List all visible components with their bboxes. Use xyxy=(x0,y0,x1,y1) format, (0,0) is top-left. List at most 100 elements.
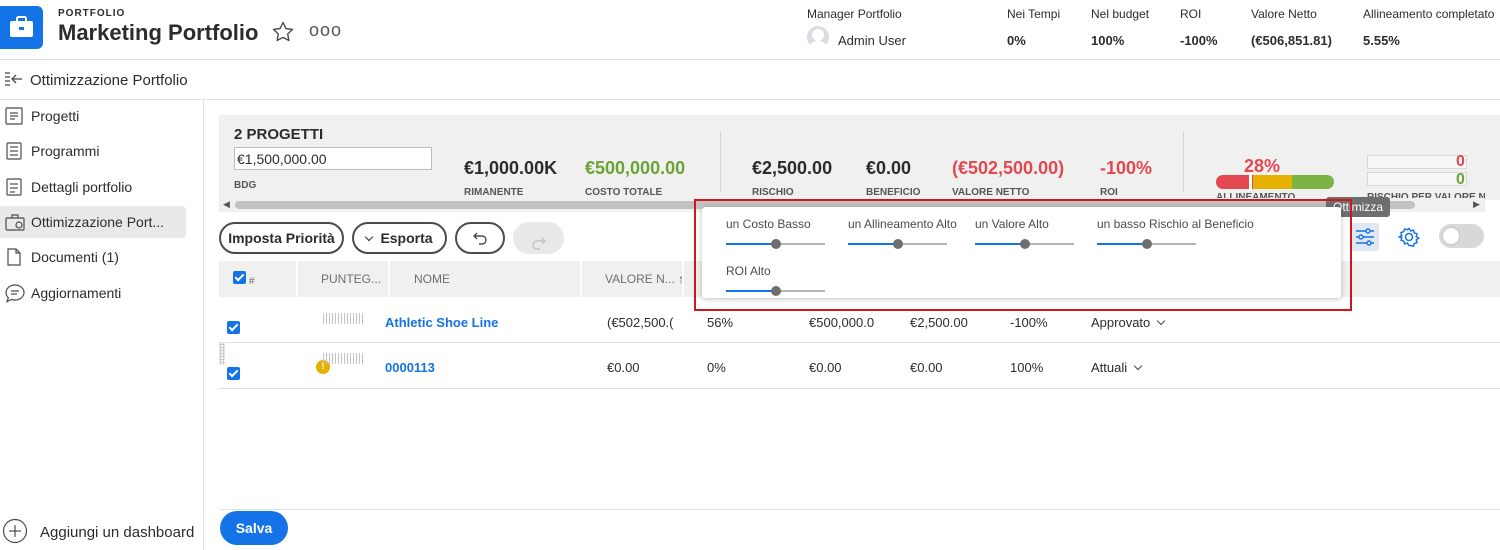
sidebar-item-optimization[interactable]: Ottimizzazione Port... xyxy=(0,206,186,238)
projects-icon xyxy=(4,106,24,131)
undo-button[interactable] xyxy=(455,222,505,254)
add-dashboard-label: Aggiungi un dashboard xyxy=(40,524,195,541)
row-checkbox[interactable] xyxy=(227,321,240,334)
column-header-number[interactable]: # xyxy=(249,264,255,300)
footer-divider xyxy=(219,509,1500,510)
export-label: Esporta xyxy=(380,230,433,246)
header-metric-on-time: Nei Tempi 0% xyxy=(1007,7,1061,48)
sidebar-item-programs[interactable]: Programmi xyxy=(0,135,186,167)
drag-handle-icon[interactable] xyxy=(219,343,225,365)
chevron-down-icon xyxy=(1133,361,1143,371)
section-header: Ottimizzazione Portfolio xyxy=(0,60,1500,100)
page-kicker: PORTFOLIO xyxy=(58,8,126,19)
save-button[interactable]: Salva xyxy=(220,511,288,545)
sidebar-item-label: Aggiornamenti xyxy=(31,285,122,301)
sidebar-item-documents[interactable]: Documenti (1) xyxy=(0,241,186,273)
highlight-annotation-box xyxy=(694,199,1352,311)
cell-roi: -100% xyxy=(1010,315,1048,330)
select-all-checkbox[interactable] xyxy=(233,271,246,284)
column-header-name[interactable]: NOME xyxy=(414,261,450,297)
header-metric-on-budget: Nel budget 100% xyxy=(1091,7,1150,48)
settings-gear-icon[interactable] xyxy=(1394,223,1424,253)
portfolio-summary-panel: 2 PROGETTI BDG €1,000.00KRIMANENTE €500,… xyxy=(219,115,1500,200)
cell-cost: €0.00 xyxy=(809,360,842,375)
header-metric-roi: ROI -100% xyxy=(1180,7,1218,48)
table-row[interactable]: ! 0000113 €0.00 0% €0.00 €0.00 100% Attu… xyxy=(219,343,1500,389)
documents-icon xyxy=(4,247,24,272)
status-dropdown[interactable]: Approvato xyxy=(1091,315,1166,330)
row-checkbox[interactable] xyxy=(227,367,240,380)
cell-net-value: €0.00 xyxy=(607,360,640,375)
optimize-button[interactable] xyxy=(1351,223,1379,251)
sidebar-item-updates[interactable]: Aggiornamenti xyxy=(0,277,186,309)
cell-cost: €500,000.0 xyxy=(809,315,875,330)
sidebar-item-label: Programmi xyxy=(31,143,100,159)
set-priority-button[interactable]: Imposta Priorità xyxy=(219,222,344,254)
sidebar-item-label: Ottimizzazione Port... xyxy=(31,214,165,230)
star-icon[interactable] xyxy=(272,21,294,47)
metric-benefit: €0.00 BENEFICIO xyxy=(866,158,921,198)
divider xyxy=(720,132,721,192)
export-button[interactable]: Esporta xyxy=(352,222,447,254)
metric-total-cost: €500,000.00 COSTO TOTALE xyxy=(585,158,686,198)
cell-risk: €0.00 xyxy=(910,360,943,375)
risk-value-bar-bottom xyxy=(1367,172,1467,186)
more-options-icon[interactable]: ooo xyxy=(309,20,342,41)
cell-roi: 100% xyxy=(1010,360,1044,375)
updates-icon xyxy=(4,283,26,308)
metric-net-value: (€502,500.00) VALORE NETTO xyxy=(952,158,1065,198)
risk-value-top: 0 xyxy=(1456,153,1465,170)
view-toggle-switch[interactable] xyxy=(1439,224,1484,248)
sidebar-item-label: Progetti xyxy=(31,108,80,124)
portfolio-briefcase-icon[interactable] xyxy=(0,6,43,49)
sidebar-item-label: Documenti (1) xyxy=(31,249,119,265)
header-metric-alignment: Allineamento completato 5.55% xyxy=(1363,7,1495,48)
portfolio-header: PORTFOLIO Marketing Portfolio ooo Manage… xyxy=(0,0,1500,60)
toggle-knob xyxy=(1442,227,1460,245)
cell-alignment: 56% xyxy=(707,315,734,330)
section-title: Ottimizzazione Portfolio xyxy=(30,72,188,89)
column-header-score[interactable]: PUNTEG... xyxy=(321,261,381,297)
alignment-marker xyxy=(1249,173,1252,191)
risk-value-bar-top xyxy=(1367,155,1467,169)
metric-roi: -100% ROI xyxy=(1100,158,1153,198)
project-name-link[interactable]: Athletic Shoe Line xyxy=(385,315,498,330)
details-icon xyxy=(4,177,24,202)
programs-icon xyxy=(4,141,24,166)
avatar xyxy=(807,26,829,48)
risk-value-bottom: 0 xyxy=(1456,171,1465,188)
status-dropdown[interactable]: Attuali xyxy=(1091,360,1143,375)
divider xyxy=(1183,132,1184,192)
scroll-right-icon[interactable]: ▶ xyxy=(1473,199,1480,210)
add-dashboard-button[interactable]: Aggiungi un dashboard xyxy=(0,518,200,548)
project-name-link[interactable]: 0000113 xyxy=(385,360,435,375)
optimization-icon xyxy=(4,212,26,237)
score-bar xyxy=(323,353,363,364)
sidebar-item-portfolio-details[interactable]: Dettagli portfolio xyxy=(0,171,186,203)
sidebar-item-label: Dettagli portfolio xyxy=(31,179,133,195)
redo-icon xyxy=(531,228,547,250)
chevron-down-icon xyxy=(1157,316,1166,326)
project-count: 2 PROGETTI xyxy=(234,126,324,143)
collapse-sidebar-icon[interactable] xyxy=(4,71,24,92)
scroll-left-icon[interactable]: ◀ xyxy=(223,199,230,210)
sliders-icon xyxy=(1351,228,1379,255)
column-header-net-value[interactable]: VALORE N... ↑ xyxy=(605,261,684,297)
sidebar: Progetti Programmi Dettagli portfolio Ot… xyxy=(0,100,204,550)
metric-risk: €2,500.00 RISCHIO xyxy=(752,158,833,198)
metric-remaining: €1,000.00K RIMANENTE xyxy=(464,158,558,198)
redo-button[interactable] xyxy=(513,222,564,254)
manager-name: Admin User xyxy=(838,33,906,48)
budget-input[interactable] xyxy=(234,147,432,170)
sidebar-item-projects[interactable]: Progetti xyxy=(0,100,186,132)
header-metric-net-value: Valore Netto (€506,851.81) xyxy=(1251,7,1332,48)
alignment-gauge xyxy=(1216,175,1334,189)
undo-icon xyxy=(472,230,488,246)
cell-net-value: (€502,500.( xyxy=(607,315,674,330)
score-bar xyxy=(323,313,363,324)
cell-alignment: 0% xyxy=(707,360,726,375)
page-title: Marketing Portfolio xyxy=(58,20,259,45)
cell-risk: €2,500.00 xyxy=(910,315,968,330)
header-metric-manager: Manager Portfolio Admin User xyxy=(807,7,906,48)
budget-label: BDG xyxy=(234,180,257,191)
